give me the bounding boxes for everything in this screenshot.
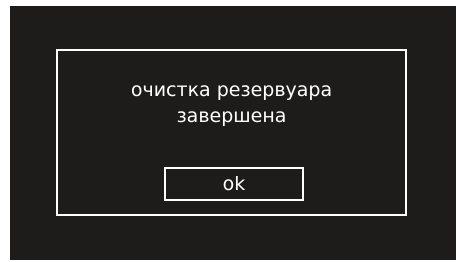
- completion-dialog: очистка резервуара завершена ok: [56, 49, 407, 216]
- dialog-message: очистка резервуара завершена: [58, 77, 405, 129]
- device-screen: очистка резервуара завершена ok: [10, 6, 456, 260]
- dialog-message-line-2: завершена: [176, 105, 287, 127]
- ok-button[interactable]: ok: [164, 167, 304, 201]
- dialog-message-line-1: очистка резервуара: [130, 79, 333, 101]
